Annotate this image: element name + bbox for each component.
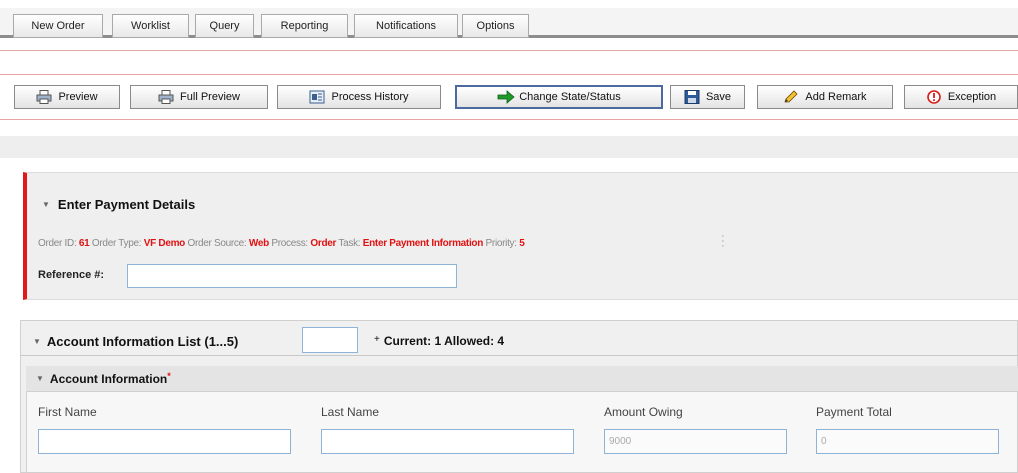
list-count-input[interactable]: [302, 327, 358, 353]
floppy-disk-icon: [684, 90, 700, 104]
order-type-value: VF Demo: [143, 238, 186, 249]
divider: [20, 355, 1018, 356]
tab-query[interactable]: Query: [195, 14, 254, 38]
task-value: Enter Payment Information: [362, 238, 484, 249]
history-icon: [309, 90, 325, 104]
account-list-title[interactable]: ▼ Account Information List (1...5): [33, 334, 238, 349]
order-metadata: Order ID: 61 Order Type: VF Demo Order S…: [38, 238, 525, 249]
tab-notifications[interactable]: Notifications: [354, 14, 458, 38]
preview-label: Preview: [58, 91, 98, 103]
collapse-triangle-icon: ▼: [36, 374, 44, 383]
order-source-label: Order Source:: [187, 238, 247, 249]
printer-icon: [158, 90, 174, 104]
add-remark-label: Add Remark: [805, 91, 867, 103]
last-name-label: Last Name: [321, 405, 380, 419]
divider: [0, 50, 1018, 51]
first-name-input[interactable]: [38, 429, 291, 454]
tab-reporting[interactable]: Reporting: [261, 14, 348, 38]
reference-label: Reference #:: [38, 269, 105, 281]
priority-value: 5: [519, 238, 525, 249]
task-label: Task:: [338, 238, 361, 249]
task-title-text: Enter Payment Details: [57, 197, 196, 212]
more-dots-icon[interactable]: · · ·: [721, 231, 725, 252]
change-state-status-label: Change State/Status: [519, 91, 621, 103]
order-id-value: 61: [78, 238, 90, 249]
tab-worklist[interactable]: Worklist: [112, 14, 189, 38]
printer-icon: [36, 90, 52, 104]
current-allowed-info: + Current: 1 Allowed: 4: [374, 334, 504, 348]
add-remark-button[interactable]: Add Remark: [757, 85, 893, 109]
process-history-label: Process History: [331, 91, 409, 103]
collapse-triangle-icon: ▼: [33, 337, 41, 346]
preview-button[interactable]: Preview: [14, 85, 120, 109]
process-label: Process:: [271, 238, 308, 249]
account-information-header: [26, 366, 1018, 392]
tab-new-order[interactable]: New Order: [13, 14, 103, 38]
full-preview-button[interactable]: Full Preview: [130, 85, 268, 109]
last-name-input[interactable]: [321, 429, 574, 454]
account-information-title[interactable]: ▼ Account Information*: [36, 371, 171, 386]
priority-label: Priority:: [485, 238, 518, 249]
save-label: Save: [705, 91, 732, 103]
current-allowed-text: Current: 1 Allowed: 4: [383, 334, 505, 348]
first-name-label: First Name: [38, 405, 97, 419]
required-marker: *: [167, 371, 171, 381]
collapse-triangle-icon: ▼: [42, 200, 50, 209]
task-title[interactable]: ▼ Enter Payment Details: [42, 197, 195, 212]
account-information-title-text: Account Information: [49, 372, 168, 386]
amount-owing-label: Amount Owing: [604, 405, 683, 419]
add-icon[interactable]: +: [374, 334, 380, 345]
order-type-label: Order Type:: [91, 238, 142, 249]
green-arrow-icon: [497, 90, 515, 104]
account-list-title-text: Account Information List (1...5): [46, 334, 239, 349]
payment-total-label: Payment Total: [816, 405, 892, 419]
exception-button[interactable]: Exception: [904, 85, 1018, 109]
exception-label: Exception: [947, 91, 997, 103]
amount-owing-input[interactable]: [604, 429, 787, 454]
payment-total-input[interactable]: [816, 429, 999, 454]
full-preview-label: Full Preview: [180, 91, 240, 103]
exclamation-icon: [926, 90, 942, 104]
process-value: Order: [310, 238, 337, 249]
order-id-label: Order ID:: [38, 238, 77, 249]
change-state-status-button[interactable]: Change State/Status: [455, 85, 663, 109]
spacer-band: [0, 136, 1018, 158]
reference-input[interactable]: [127, 264, 457, 288]
process-history-button[interactable]: Process History: [277, 85, 441, 109]
order-source-value: Web: [248, 238, 269, 249]
tab-options[interactable]: Options: [462, 14, 529, 38]
pencil-icon: [783, 90, 799, 104]
save-button[interactable]: Save: [670, 85, 745, 109]
